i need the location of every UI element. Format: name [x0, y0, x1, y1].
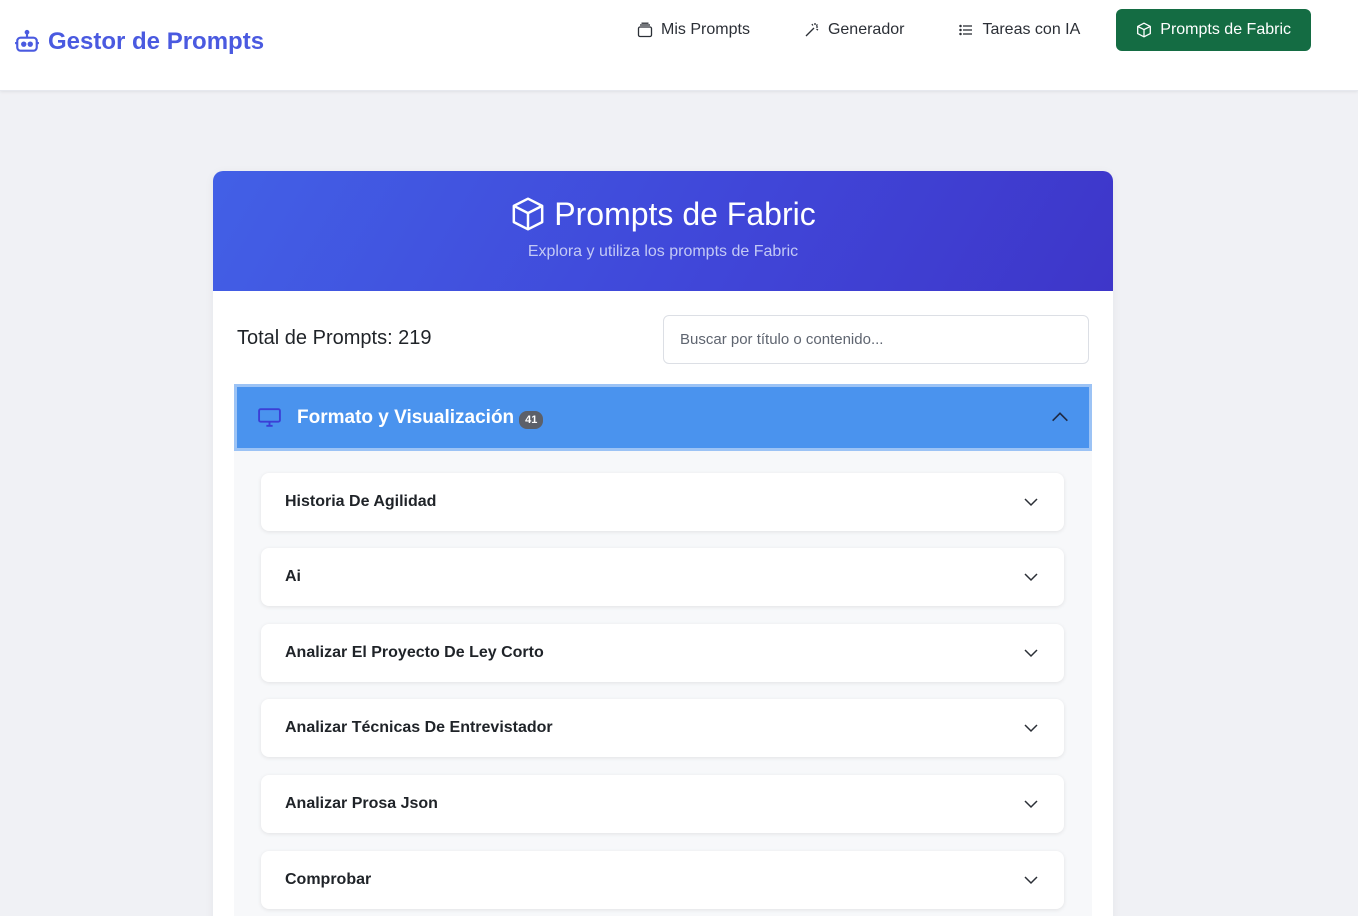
chevron-down-icon	[1024, 649, 1038, 658]
chevron-down-icon	[1024, 724, 1038, 733]
prompt-item[interactable]: Analizar Prosa Json	[261, 775, 1064, 833]
prompt-item[interactable]: Comprobar	[261, 851, 1064, 909]
prompt-item[interactable]: Analizar Técnicas De Entrevistador	[261, 699, 1064, 757]
prompt-item-label: Comprobar	[285, 871, 372, 888]
prompt-item-label: Analizar Prosa Json	[285, 795, 438, 812]
prompt-item[interactable]: Historia De Agilidad	[261, 473, 1064, 531]
chevron-up-icon	[1052, 412, 1068, 422]
navbar: Gestor de Prompts Mis Prompts Generador	[0, 0, 1358, 91]
prompt-item-label: Analizar Técnicas De Entrevistador	[285, 719, 553, 736]
monitor-icon	[258, 408, 281, 427]
nav-generador-label: Generador	[827, 21, 905, 38]
category-count-badge: 41	[519, 410, 544, 429]
box-icon	[1137, 22, 1152, 38]
robot-icon	[15, 29, 39, 52]
nav-tareas-ia[interactable]: Tareas con IA	[931, 9, 1107, 51]
prompt-item-label: Historia De Agilidad	[285, 493, 437, 510]
chevron-down-icon	[1024, 876, 1038, 885]
card-header: Prompts de Fabric Explora y utiliza los …	[213, 171, 1113, 291]
nav-prompts-fabric-label: Prompts de Fabric	[1160, 21, 1291, 38]
collection-icon	[637, 22, 653, 38]
brand-link[interactable]: Gestor de Prompts	[14, 27, 264, 57]
nav-mis-prompts-label: Mis Prompts	[661, 21, 750, 38]
prompt-item-label: Analizar El Proyecto De Ley Corto	[285, 644, 544, 661]
nav-mis-prompts[interactable]: Mis Prompts	[610, 9, 777, 51]
stats-row: Total de Prompts: 219	[237, 315, 1089, 364]
page-title: Prompts de Fabric	[213, 171, 1113, 233]
total-prompts: Total de Prompts: 219	[237, 327, 432, 349]
category-header[interactable]: Formato y Visualización 41	[234, 384, 1092, 451]
nav-generador[interactable]: Generador	[777, 9, 932, 51]
nav-prompts-fabric[interactable]: Prompts de Fabric	[1116, 9, 1311, 51]
page-subtitle: Explora y utiliza los prompts de Fabric	[527, 243, 799, 260]
nav-links: Mis Prompts Generador Tareas con IA Prom…	[610, 9, 1311, 51]
category-panel: Formato y Visualización 41 Historia De A…	[234, 384, 1092, 916]
box-icon	[512, 197, 544, 231]
prompt-item[interactable]: Ai	[261, 548, 1064, 606]
chevron-down-icon	[1024, 573, 1038, 582]
brand-label: Gestor de Prompts	[48, 28, 265, 55]
fabric-card: Prompts de Fabric Explora y utiliza los …	[213, 171, 1113, 916]
category-label: Formato y Visualización	[297, 406, 515, 428]
prompt-item-label: Ai	[285, 568, 301, 585]
page-title-text: Prompts de Fabric	[554, 195, 816, 232]
chevron-down-icon	[1024, 498, 1038, 507]
nav-tareas-ia-label: Tareas con IA	[982, 21, 1081, 38]
list-icon	[959, 24, 973, 36]
chevron-down-icon	[1024, 800, 1038, 809]
search-input[interactable]	[663, 315, 1089, 364]
prompt-item[interactable]: Analizar El Proyecto De Ley Corto	[261, 624, 1064, 682]
magic-wand-icon	[805, 23, 819, 37]
